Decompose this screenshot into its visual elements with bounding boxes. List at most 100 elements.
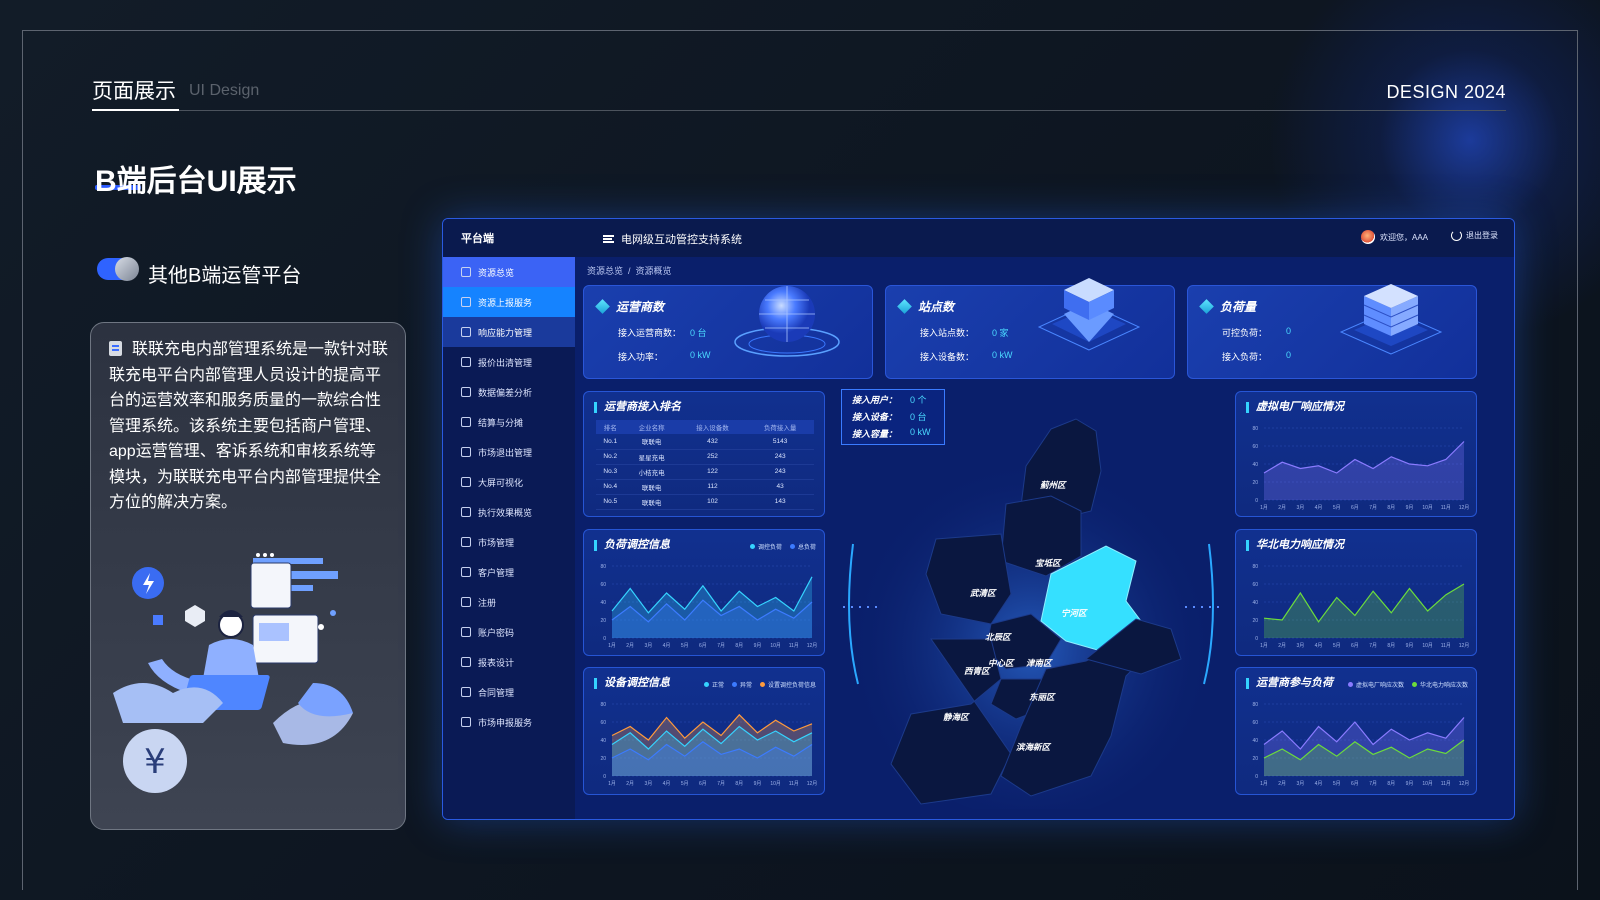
x-tick-label: 7月 <box>1369 505 1377 511</box>
x-tick-label: 11月 <box>789 643 799 649</box>
dashboard-topbar: 平台端 电网级互动管控支持系统 欢迎您，AAA 退出登录 <box>443 219 1514 257</box>
column-header: 接入设备数 <box>678 420 747 434</box>
load-chart: 0 20 40 60 80 1月 2月 3月 4月 5月 6月 7月 8月 9月 10月 11月 12月 <box>600 564 817 649</box>
legend-item: 正常 <box>704 680 724 689</box>
sidebar-item[interactable]: 大屏可视化 <box>443 467 575 497</box>
price-icon <box>461 357 471 367</box>
sidebar-item-label: 合同管理 <box>478 687 515 698</box>
x-tick-label: 2月 <box>626 781 634 787</box>
kpi-row: 可控负荷： 0 <box>1222 326 1291 339</box>
kpi-title: 负荷量 <box>1199 298 1257 315</box>
dashboard-preview: 平台端 电网级互动管控支持系统 欢迎您，AAA 退出登录 资源总览 资源上报服务… <box>442 218 1515 820</box>
map-info-box: 接入用户： 0 个 接入设备： 0 台 接入容量： 0 kW <box>841 389 945 445</box>
series-area <box>1264 584 1464 638</box>
x-tick-label: 12月 <box>1459 781 1470 787</box>
sidebar-item-capability[interactable]: 响应能力管理 <box>443 317 575 347</box>
y-tick-label: 40 <box>1252 738 1258 744</box>
header-underline <box>92 109 179 111</box>
device-regulation-panel: 设备调控信息 正常 异常 设置调控负荷信息 0 20 40 60 80 1月 2月 3月 4月 5月 6… <box>583 667 825 795</box>
kpi-label: 接入站点数： <box>920 328 975 338</box>
grid-icon <box>461 327 471 337</box>
x-tick-label: 10月 <box>770 643 781 649</box>
sidebar-item[interactable]: 客户管理 <box>443 557 575 587</box>
header-year: DESIGN 2024 <box>1386 82 1506 102</box>
settlement-icon <box>461 417 471 427</box>
y-tick-label: 0 <box>1255 636 1258 642</box>
kpi-value: 0 台 <box>690 328 707 338</box>
system-title: 电网级互动管控支持系统 <box>603 231 742 247</box>
y-tick-label: 0 <box>1255 774 1258 780</box>
description-text: 联联充电内部管理系统是一款针对联联充电平台内部管理人员设计的提高平台的运营效率和… <box>109 337 391 516</box>
menu-icon[interactable] <box>603 235 614 243</box>
x-tick-label: 8月 <box>1387 505 1395 511</box>
x-tick-label: 11月 <box>1441 781 1451 787</box>
y-tick-label: 40 <box>600 738 606 744</box>
load-regulation-panel: 负荷调控信息 调控负荷 总负荷 0 20 40 60 80 1月 2月 3月 4月 5月 6月 7月 8月… <box>583 529 825 656</box>
platform-name: 平台端 <box>461 233 494 245</box>
chart-legend: 正常 异常 设置调控负荷信息 <box>704 680 816 689</box>
exit-icon <box>461 447 471 457</box>
table-cell: No.2 <box>596 449 625 465</box>
sidebar-item[interactable]: 市场申报服务 <box>443 707 575 737</box>
sidebar-item-report-service[interactable]: 资源上报服务 <box>443 287 575 317</box>
table-row: No.4 联联电 112 43 <box>596 479 814 495</box>
sidebar-item[interactable]: 注册 <box>443 587 575 617</box>
header-subtitle: UI Design <box>189 82 260 99</box>
sidebar-item-resource-overview[interactable]: 资源总览 <box>443 257 575 287</box>
breadcrumb-root[interactable]: 资源总览 <box>587 266 623 276</box>
x-tick-label: 7月 <box>1369 781 1377 787</box>
sidebar-item[interactable]: 执行效果概览 <box>443 497 575 527</box>
user-icon <box>461 567 471 577</box>
kpi-title: 站点数 <box>897 298 954 315</box>
kpi-title-text: 负荷量 <box>1220 300 1257 314</box>
user-greeting[interactable]: 欢迎您，AAA <box>1360 230 1428 244</box>
sidebar-item[interactable]: 账户密码 <box>443 617 575 647</box>
x-tick-label: 4月 <box>1315 505 1323 511</box>
sidebar-item-label: 市场申报服务 <box>478 717 533 728</box>
table-row: No.3 小桔充电 122 243 <box>596 464 814 480</box>
map-label: 滨海新区 <box>1016 742 1051 752</box>
sidebar-item-label: 市场管理 <box>478 537 515 548</box>
table-row: No.1 联联电 432 5143 <box>596 434 814 450</box>
map-label: 中心区 <box>988 658 1014 668</box>
x-tick-label: 9月 <box>1406 643 1414 649</box>
info-value: 0 台 <box>910 412 927 422</box>
sidebar-item-label: 资源总览 <box>478 267 515 278</box>
north-china-panel: 华北电力响应情况 0 20 40 60 80 1月 2月 3月 4月 5月 6月 7月 8月 9月 10月 1… <box>1235 529 1477 656</box>
sidebar-item-label: 数据偏差分析 <box>478 387 533 398</box>
y-tick-label: 60 <box>600 582 606 588</box>
sidebar-item[interactable]: 结算与分摊 <box>443 407 575 437</box>
y-tick-label: 20 <box>1252 756 1258 762</box>
x-tick-label: 12月 <box>1459 643 1470 649</box>
y-tick-label: 20 <box>600 618 606 624</box>
sidebar-item[interactable]: 报价出清管理 <box>443 347 575 377</box>
kpi-label: 可控负荷： <box>1222 328 1268 338</box>
x-tick-label: 2月 <box>626 643 634 649</box>
x-tick-label: 9月 <box>1406 505 1414 511</box>
y-tick-label: 60 <box>1252 444 1258 450</box>
y-tick-label: 40 <box>600 600 606 606</box>
series-area <box>1264 441 1464 500</box>
x-tick-label: 6月 <box>1351 781 1359 787</box>
server-stack-icon <box>1339 284 1443 355</box>
sidebar-item[interactable]: 报表设计 <box>443 647 575 677</box>
table-row: No.5 联联电 102 143 <box>596 494 814 510</box>
section-toggle[interactable] <box>97 257 139 281</box>
legend-item: 设置调控负荷信息 <box>760 680 816 689</box>
x-tick-label: 10月 <box>1422 505 1433 511</box>
x-tick-label: 11月 <box>789 781 799 787</box>
y-tick-label: 60 <box>1252 720 1258 726</box>
info-value: 0 个 <box>910 395 927 405</box>
y-tick-label: 0 <box>1255 498 1258 504</box>
sidebar-item[interactable]: 数据偏差分析 <box>443 377 575 407</box>
map-label: 蓟州区 <box>1040 480 1066 490</box>
logout-button[interactable]: 退出登录 <box>1451 230 1498 241</box>
kpi-row: 接入站点数： 0 家 <box>920 326 1009 339</box>
sidebar-item[interactable]: 市场退出管理 <box>443 437 575 467</box>
sidebar-item[interactable]: 市场管理 <box>443 527 575 557</box>
sidebar-item[interactable]: 合同管理 <box>443 677 575 707</box>
x-tick-label: 4月 <box>663 781 671 787</box>
panel-title: 设备调控信息 <box>594 678 670 689</box>
info-label: 接入容量： <box>852 429 898 439</box>
map-label: 宁河区 <box>1061 608 1087 618</box>
